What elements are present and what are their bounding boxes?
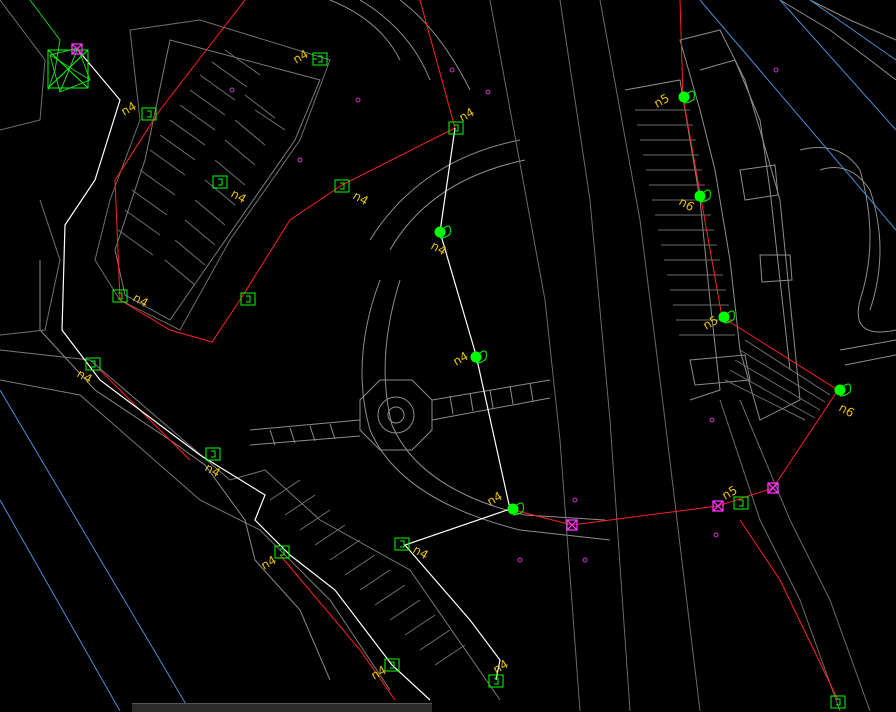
manhole-icon[interactable] xyxy=(470,350,487,364)
node-label: n5 xyxy=(652,91,672,111)
manhole-icon[interactable] xyxy=(678,90,695,104)
node-label: n4 xyxy=(429,238,449,258)
node-label: n4 xyxy=(351,188,371,208)
node-label: n6 xyxy=(837,400,857,420)
node-label: n4 xyxy=(451,349,471,369)
inlet-box-icon[interactable] xyxy=(448,121,464,135)
manhole-icon[interactable] xyxy=(834,383,851,397)
manhole-icon[interactable] xyxy=(507,502,524,516)
green-boundary xyxy=(29,0,91,93)
manhole-icon[interactable] xyxy=(434,225,451,239)
node-label: n4 xyxy=(229,186,249,206)
inlet-box-icon[interactable] xyxy=(205,447,221,461)
inlet-box-icon[interactable] xyxy=(488,674,504,688)
magenta-junction-symbols[interactable] xyxy=(71,43,779,531)
node-label: n4 xyxy=(259,553,279,573)
inlet-box-icon[interactable] xyxy=(212,175,228,189)
node-labels: n4 n4 n4 n4 n4 n4 n4 n4 n4 n4 n4 n4 n4 n… xyxy=(75,47,857,683)
node-label: n4 xyxy=(291,47,311,67)
node-label: n4 xyxy=(491,657,511,677)
inlet-box-icon[interactable] xyxy=(312,52,328,66)
green-box-symbols[interactable] xyxy=(47,49,846,709)
node-label: n4 xyxy=(203,460,223,480)
node-label: n4 xyxy=(485,489,505,509)
node-label: n4 xyxy=(119,99,139,119)
node-label: n4 xyxy=(411,542,431,562)
manhole-icon[interactable] xyxy=(718,310,735,324)
node-label: n5 xyxy=(701,313,721,333)
magenta-dots xyxy=(229,67,779,563)
manhole-icon[interactable] xyxy=(694,189,711,203)
inlet-box-icon[interactable] xyxy=(334,179,350,193)
cad-drawing-canvas[interactable]: n4 n4 n4 n4 n4 n4 n4 n4 n4 n4 n4 n4 n4 n… xyxy=(0,0,896,711)
node-label: n6 xyxy=(677,194,697,214)
